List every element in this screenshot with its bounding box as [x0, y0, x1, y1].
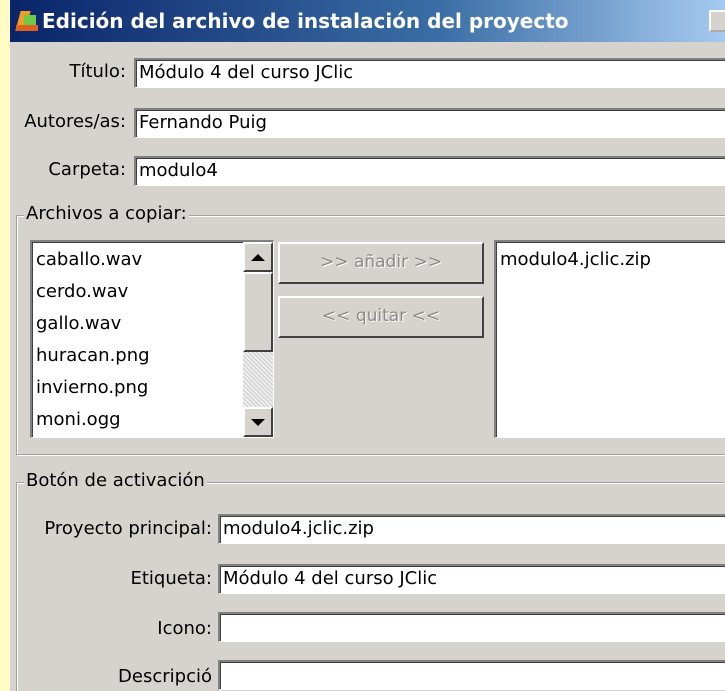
scroll-down-button[interactable]: [243, 407, 273, 437]
authors-label: Autores/as:: [24, 111, 126, 132]
description-field[interactable]: [218, 660, 725, 690]
folder-field[interactable]: modulo4: [134, 156, 725, 186]
tag-label: Etiqueta:: [130, 568, 213, 589]
list-item[interactable]: invierno.png: [32, 372, 273, 404]
jclic-app-icon: [15, 9, 38, 33]
scroll-up-arrow-icon: [251, 253, 265, 261]
available-files-scrollbar[interactable]: [243, 242, 273, 437]
scroll-up-button[interactable]: [243, 242, 273, 272]
title-bar[interactable]: Edición del archivo de instalación del p…: [10, 0, 725, 42]
list-item[interactable]: modulo4.jclic.zip: [496, 244, 725, 276]
main-project-label: Proyecto principal:: [44, 518, 212, 539]
list-item[interactable]: caballo.wav: [32, 244, 273, 276]
main-project-field[interactable]: modulo4.jclic.zip: [218, 514, 725, 544]
folder-label: Carpeta:: [48, 159, 126, 180]
tag-field[interactable]: Módulo 4 del curso JClic: [218, 564, 725, 594]
window-title: Edición del archivo de instalación del p…: [42, 9, 569, 33]
available-files-list[interactable]: caballo.wav cerdo.wav gallo.wav huracan.…: [30, 240, 274, 438]
remove-file-button[interactable]: << quitar <<: [278, 296, 484, 338]
scroll-thumb[interactable]: [243, 272, 273, 352]
window-control-button[interactable]: [709, 10, 725, 32]
icon-field[interactable]: [218, 612, 725, 642]
title-field[interactable]: Módulo 4 del curso JClic: [134, 58, 725, 88]
selected-files-list[interactable]: modulo4.jclic.zip: [494, 240, 725, 438]
scroll-down-arrow-icon: [251, 418, 265, 426]
list-item[interactable]: huracan.png: [32, 340, 273, 372]
available-files-items: caballo.wav cerdo.wav gallo.wav huracan.…: [32, 242, 273, 436]
files-group-title: Archivos a copiar:: [24, 203, 189, 225]
description-label: Descripció: [118, 666, 212, 687]
icon-label: Icono:: [157, 618, 212, 639]
project-install-dialog: Edición del archivo de instalación del p…: [10, 0, 725, 691]
add-file-button[interactable]: >> añadir >>: [278, 242, 484, 284]
list-item[interactable]: cerdo.wav: [32, 276, 273, 308]
scroll-track[interactable]: [243, 352, 273, 407]
list-item[interactable]: gallo.wav: [32, 308, 273, 340]
activation-group-title: Botón de activación: [24, 470, 207, 492]
authors-field[interactable]: Fernando Puig: [134, 108, 725, 138]
list-item[interactable]: moni.ogg: [32, 404, 273, 436]
title-label: Título:: [69, 61, 126, 82]
selected-files-items: modulo4.jclic.zip: [496, 242, 725, 276]
